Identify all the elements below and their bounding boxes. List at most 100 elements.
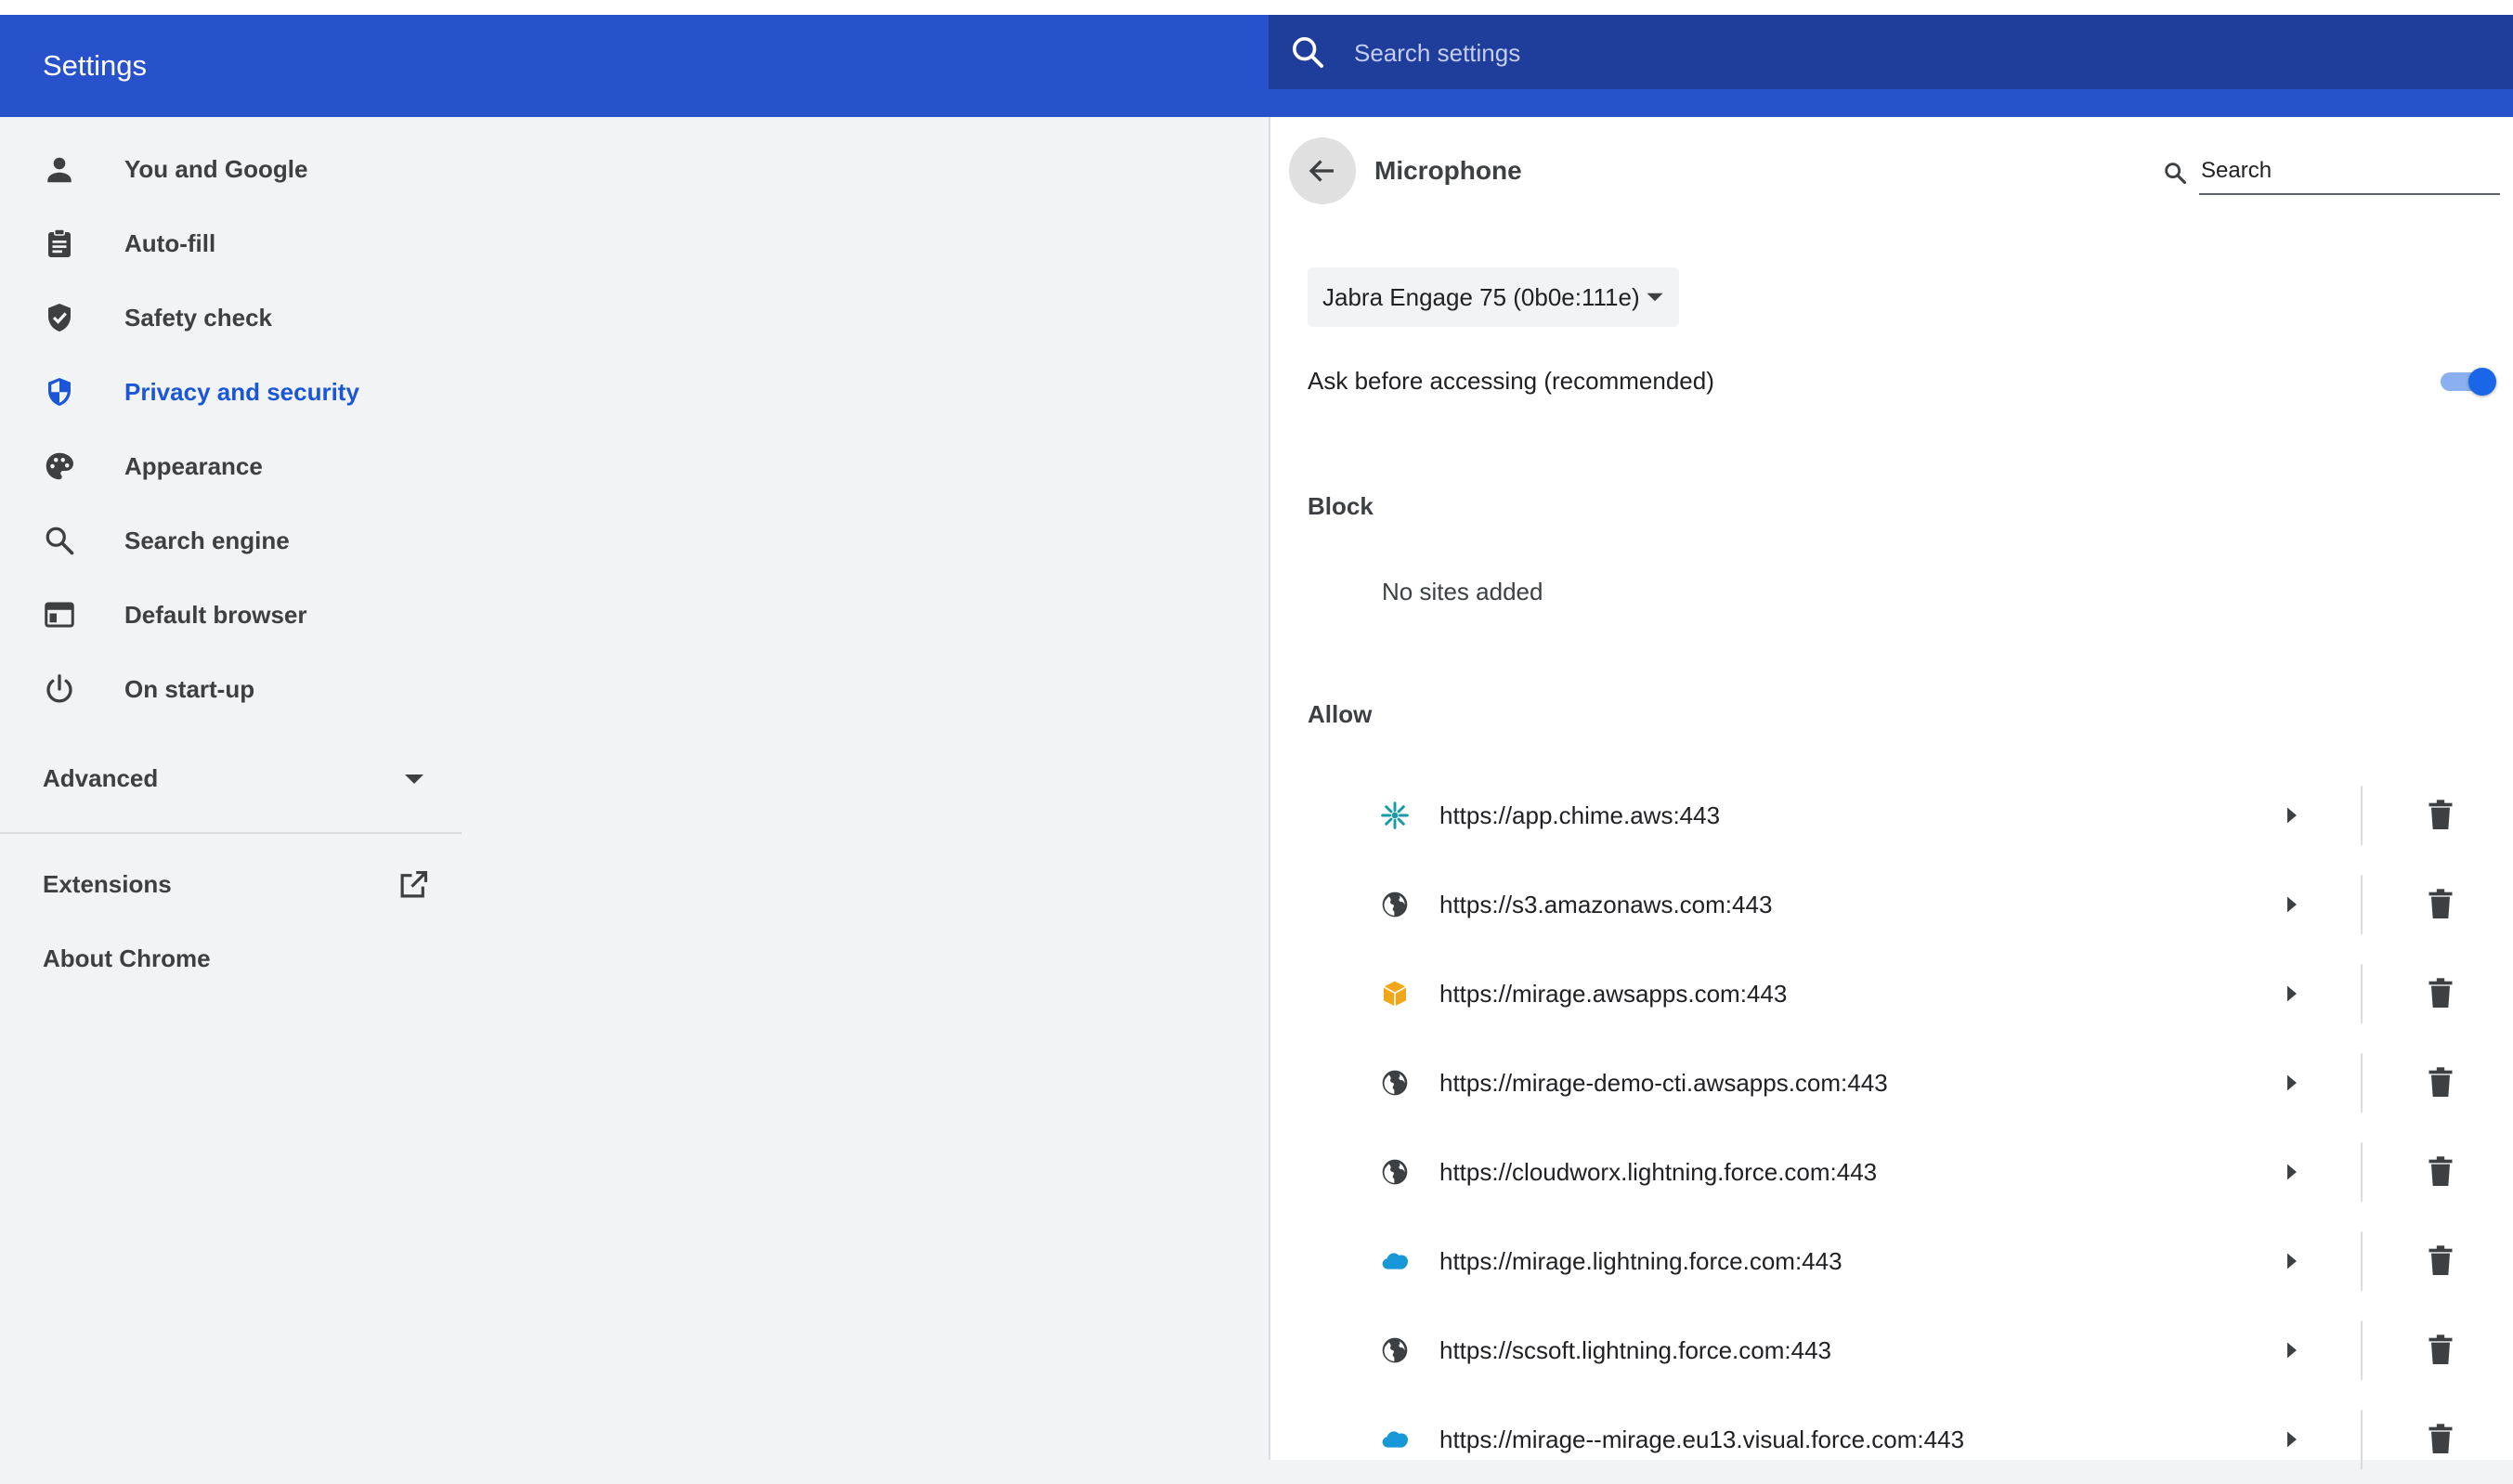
- allow-site-row[interactable]: https://s3.amazonaws.com:443: [1270, 860, 2513, 949]
- expand-arrow-icon[interactable]: [2273, 1062, 2311, 1103]
- settings-search-box[interactable]: [1269, 15, 2513, 91]
- sidebar-item-label: Appearance: [124, 452, 263, 480]
- site-url: https://mirage.awsapps.com:443: [1439, 980, 1788, 1008]
- privacy-shield-icon: [48, 378, 71, 406]
- window-top-strip: [0, 0, 2513, 15]
- microphone-settings-panel: Microphone Jabra Engage 75 (0b0e:111e) A…: [1269, 117, 2513, 1469]
- chime-logo-icon: [1380, 801, 1410, 830]
- delete-icon[interactable]: [2422, 975, 2459, 1012]
- page-title: Settings: [43, 49, 148, 82]
- allow-site-row[interactable]: https://scsoft.lightning.force.com:443: [1270, 1306, 2513, 1395]
- sidebar-item-auto-fill[interactable]: Auto-fill: [0, 206, 462, 280]
- site-url: https://scsoft.lightning.force.com:443: [1439, 1336, 1831, 1364]
- allow-site-row[interactable]: https://mirage.lightning.force.com:443: [1270, 1217, 2513, 1306]
- arrow-back-icon: [1309, 160, 1334, 182]
- sidebar-item-label: Search engine: [124, 527, 290, 554]
- sidebar-item-appearance[interactable]: Appearance: [0, 429, 462, 503]
- palette-icon: [46, 452, 73, 480]
- search-icon: [1293, 37, 1323, 68]
- row-separator: [2361, 1321, 2363, 1380]
- site-url: https://s3.amazonaws.com:443: [1439, 891, 1773, 918]
- expand-arrow-icon[interactable]: [2273, 1330, 2311, 1371]
- sidebar-item-label: Privacy and security: [124, 378, 359, 406]
- row-separator: [2361, 1142, 2363, 1202]
- expand-arrow-icon[interactable]: [2273, 884, 2311, 925]
- salesforce-cloud-icon: [1380, 1246, 1410, 1276]
- row-separator: [2361, 964, 2363, 1023]
- sidebar-advanced-toggle[interactable]: Advanced: [0, 741, 462, 815]
- search-icon: [46, 527, 74, 555]
- site-url: https://cloudworx.lightning.force.com:44…: [1439, 1158, 1878, 1186]
- row-separator: [2361, 1410, 2363, 1469]
- delete-icon[interactable]: [2422, 886, 2459, 923]
- ask-before-accessing-label: Ask before accessing (recommended): [1308, 367, 1714, 395]
- expand-arrow-icon[interactable]: [2273, 1152, 2311, 1192]
- sidebar-item-on-start-up[interactable]: On start-up: [0, 652, 462, 726]
- browser-window-icon: [45, 602, 74, 628]
- sidebar-item-default-browser[interactable]: Default browser: [0, 578, 462, 652]
- sidebar-item-privacy-and-security[interactable]: Privacy and security: [0, 355, 462, 429]
- sidebar-item-label: Auto-fill: [124, 229, 216, 257]
- selected-device: Jabra Engage 75 (0b0e:111e): [1322, 283, 1640, 311]
- sidebar-item-label: You and Google: [124, 155, 308, 183]
- sidebar-item-label: Default browser: [124, 601, 307, 629]
- panel-title: Microphone: [1374, 156, 1522, 185]
- block-heading: Block: [1308, 492, 1374, 520]
- site-search-box[interactable]: [2162, 149, 2500, 195]
- sidebar-item-safety-check[interactable]: Safety check: [0, 280, 462, 355]
- allow-site-row[interactable]: https://cloudworx.lightning.force.com:44…: [1270, 1127, 2513, 1217]
- allow-site-row[interactable]: https://mirage-demo-cti.awsapps.com:443: [1270, 1038, 2513, 1127]
- expand-arrow-icon[interactable]: [2273, 973, 2311, 1014]
- delete-icon[interactable]: [2422, 1332, 2459, 1369]
- allow-site-row[interactable]: https://app.chime.aws:443: [1270, 771, 2513, 860]
- allow-heading: Allow: [1308, 700, 1373, 728]
- expand-arrow-icon[interactable]: [2273, 1241, 2311, 1282]
- site-url: https://mirage--mirage.eu13.visual.force…: [1439, 1425, 1965, 1453]
- advanced-label: Advanced: [43, 764, 159, 792]
- delete-icon[interactable]: [2422, 1421, 2459, 1458]
- sidebar-item-label: On start-up: [124, 675, 255, 703]
- site-url: https://mirage.lightning.force.com:443: [1439, 1247, 1842, 1275]
- microphone-device-select[interactable]: Jabra Engage 75 (0b0e:111e): [1308, 267, 1679, 327]
- sidebar-item-extensions[interactable]: Extensions: [43, 847, 172, 921]
- globe-icon: [1380, 1157, 1410, 1187]
- delete-icon[interactable]: [2422, 1243, 2459, 1280]
- row-separator: [2361, 875, 2363, 934]
- back-button[interactable]: [1289, 137, 1356, 204]
- sidebar-item-you-and-google[interactable]: You and Google: [0, 132, 462, 206]
- site-search-input[interactable]: [2199, 149, 2500, 195]
- chevron-down-icon: [1647, 293, 1663, 302]
- open-in-new-icon[interactable]: [396, 867, 431, 903]
- globe-icon: [1380, 1068, 1410, 1098]
- row-separator: [2361, 1053, 2363, 1113]
- salesforce-cloud-icon: [1380, 1425, 1410, 1454]
- allow-site-row[interactable]: https://mirage--mirage.eu13.visual.force…: [1270, 1395, 2513, 1484]
- person-icon: [47, 157, 72, 183]
- site-url: https://app.chime.aws:443: [1439, 801, 1721, 829]
- site-url: https://mirage-demo-cti.awsapps.com:443: [1439, 1069, 1888, 1097]
- sidebar-item-label: Safety check: [124, 304, 272, 332]
- sidebar-item-search-engine[interactable]: Search engine: [0, 503, 462, 578]
- shield-check-icon: [48, 304, 71, 332]
- delete-icon[interactable]: [2422, 797, 2459, 834]
- clipboard-icon: [48, 228, 71, 257]
- power-icon: [46, 674, 72, 703]
- globe-icon: [1380, 1335, 1410, 1365]
- allow-site-row[interactable]: https://mirage.awsapps.com:443: [1270, 949, 2513, 1038]
- search-settings-input[interactable]: [1352, 15, 2470, 91]
- row-separator: [2361, 786, 2363, 845]
- delete-icon[interactable]: [2422, 1064, 2459, 1101]
- block-empty-message: No sites added: [1382, 578, 1543, 605]
- ask-before-accessing-toggle[interactable]: [2441, 368, 2498, 396]
- sidebar: You and Google Auto-fill Safety check Pr…: [0, 117, 1269, 1460]
- sidebar-item-about-chrome[interactable]: About Chrome: [43, 921, 211, 996]
- search-icon: [2165, 163, 2187, 185]
- aws-box-icon: [1380, 979, 1410, 1009]
- expand-arrow-icon[interactable]: [2273, 795, 2311, 836]
- toggle-knob: [2468, 368, 2496, 396]
- row-separator: [2361, 1231, 2363, 1291]
- delete-icon[interactable]: [2422, 1153, 2459, 1191]
- expand-arrow-icon[interactable]: [2273, 1419, 2311, 1460]
- sidebar-divider: [0, 832, 462, 834]
- globe-icon: [1380, 890, 1410, 919]
